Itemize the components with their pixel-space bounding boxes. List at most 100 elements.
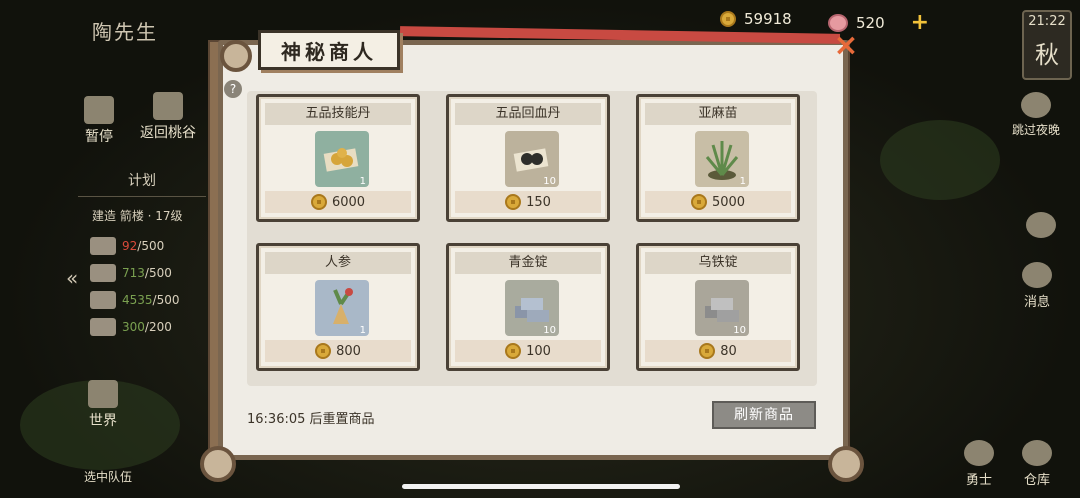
- item-quantity: 1: [359, 325, 366, 336]
- time-season-panel: 21:22 秋: [1022, 10, 1072, 80]
- shop-item-card[interactable]: 五品回血丹 10 150: [446, 94, 610, 222]
- return-icon: [153, 92, 183, 120]
- pause-button[interactable]: 暂停: [84, 96, 114, 146]
- resource-need: /500: [152, 292, 180, 307]
- item-name: 五品技能丹: [265, 103, 411, 125]
- item-quantity: 10: [543, 176, 556, 187]
- item-price-value: 150: [526, 194, 551, 210]
- item-price-value: 800: [336, 343, 361, 359]
- resource-need: /500: [144, 265, 172, 280]
- item-quantity: 10: [543, 325, 556, 336]
- cart-wheel-right: [828, 446, 864, 482]
- game-time: 21:22: [1028, 14, 1066, 29]
- ingot-icon: 10: [695, 280, 749, 336]
- city-name: 陶先生: [92, 20, 158, 44]
- skip-night-button[interactable]: 跳过夜晚: [1012, 92, 1060, 138]
- item-price: 6000: [265, 191, 411, 213]
- grain-icon: [90, 290, 116, 309]
- clover-button[interactable]: [1026, 212, 1056, 241]
- pause-label: 暂停: [85, 129, 113, 145]
- messages-label: 消息: [1023, 295, 1050, 310]
- item-price-value: 100: [526, 343, 551, 359]
- item-price: 100: [455, 340, 601, 362]
- item-quantity: 1: [739, 176, 746, 187]
- resource-have: 4535: [122, 292, 153, 307]
- ginseng-icon: 1: [315, 280, 369, 336]
- item-name: 乌铁锭: [645, 252, 791, 274]
- item-name: 青金锭: [455, 252, 601, 274]
- resource-need: /200: [144, 319, 172, 334]
- build-plan-panel: 计划 建造 箭楼 · 17级 92/500 713/500 4535/500 3…: [78, 170, 206, 340]
- season-label: 秋: [1035, 41, 1059, 69]
- plan-title: 计划: [78, 170, 206, 197]
- item-price-value: 5000: [711, 194, 746, 210]
- reset-countdown: 16:36:05 后重置商品: [247, 412, 375, 427]
- coin-icon: [315, 343, 332, 359]
- item-name: 亚麻苗: [645, 103, 791, 125]
- add-currency-button[interactable]: +: [911, 10, 929, 35]
- resource-have: 92: [122, 238, 138, 253]
- warehouse-button[interactable]: 仓库: [1022, 440, 1052, 488]
- item-price: 80: [645, 340, 791, 362]
- plan-resource-row: 92/500: [78, 232, 206, 259]
- warrior-icon: [964, 440, 994, 466]
- world-label: 世界: [89, 413, 117, 429]
- select-team-button[interactable]: 选中队伍: [84, 468, 132, 485]
- warehouse-label: 仓库: [1023, 473, 1050, 488]
- sprout-icon: 1: [695, 131, 749, 187]
- item-price: 150: [455, 191, 601, 213]
- stone-icon: [90, 263, 116, 282]
- coin-amount: 59918: [744, 10, 792, 28]
- home-indicator[interactable]: [402, 484, 680, 489]
- coin-icon: [699, 343, 716, 359]
- item-price: 5000: [645, 191, 791, 213]
- coin-icon: [720, 11, 736, 27]
- clover-icon: [1026, 212, 1056, 238]
- coin-icon: [505, 343, 522, 359]
- plan-resource-row: 4535/500: [78, 286, 206, 313]
- resource-have: 300: [122, 319, 145, 334]
- ingot-icon: 10: [505, 280, 559, 336]
- collapse-chevron-icon[interactable]: «: [66, 266, 78, 290]
- help-icon[interactable]: ?: [224, 80, 242, 98]
- iron-icon: [90, 317, 116, 336]
- shop-item-card[interactable]: 亚麻苗 1 5000: [636, 94, 800, 222]
- cart-wheel-top: [220, 40, 252, 72]
- world-button[interactable]: 世界: [88, 380, 118, 430]
- dialog-title: 神秘商人: [258, 30, 400, 70]
- pill-icon: 1: [315, 131, 369, 187]
- item-price-value: 6000: [331, 194, 366, 210]
- pill-icon: 10: [505, 131, 559, 187]
- shop-item-card[interactable]: 人参 1 800: [256, 243, 420, 371]
- return-button[interactable]: 返回桃谷: [140, 92, 196, 142]
- plan-subtitle: 建造 箭楼 · 17级: [92, 209, 183, 223]
- coin-counter: 59918: [720, 10, 792, 28]
- coin-icon: [690, 194, 707, 210]
- coin-icon: [505, 194, 522, 210]
- skip-night-label: 跳过夜晚: [1012, 123, 1061, 137]
- close-icon[interactable]: ×: [831, 31, 861, 61]
- bell-icon: [1022, 262, 1052, 288]
- item-name: 人参: [265, 252, 411, 274]
- shop-item-card[interactable]: 乌铁锭 10 80: [636, 243, 800, 371]
- return-label: 返回桃谷: [140, 125, 196, 141]
- moon-icon: [1021, 92, 1051, 118]
- warrior-label: 勇士: [965, 473, 992, 488]
- shop-item-card[interactable]: 青金锭 10 100: [446, 243, 610, 371]
- item-price-value: 80: [720, 343, 737, 359]
- select-team-label: 选中队伍: [84, 470, 133, 484]
- refresh-goods-button[interactable]: 刷新商品: [712, 401, 816, 429]
- item-price: 800: [265, 340, 411, 362]
- item-name: 五品回血丹: [455, 103, 601, 125]
- gem-amount: 520: [856, 13, 885, 32]
- plan-resource-row: 300/200: [78, 313, 206, 340]
- resource-have: 713: [122, 265, 145, 280]
- messages-button[interactable]: 消息: [1022, 262, 1052, 310]
- item-quantity: 1: [359, 176, 366, 187]
- shop-item-card[interactable]: 五品技能丹 1 6000: [256, 94, 420, 222]
- warrior-button[interactable]: 勇士: [964, 440, 994, 488]
- cart-wheel-left: [200, 446, 236, 482]
- map-terrain: [880, 120, 1000, 200]
- resource-need: /500: [137, 238, 165, 253]
- warehouse-icon: [1022, 440, 1052, 466]
